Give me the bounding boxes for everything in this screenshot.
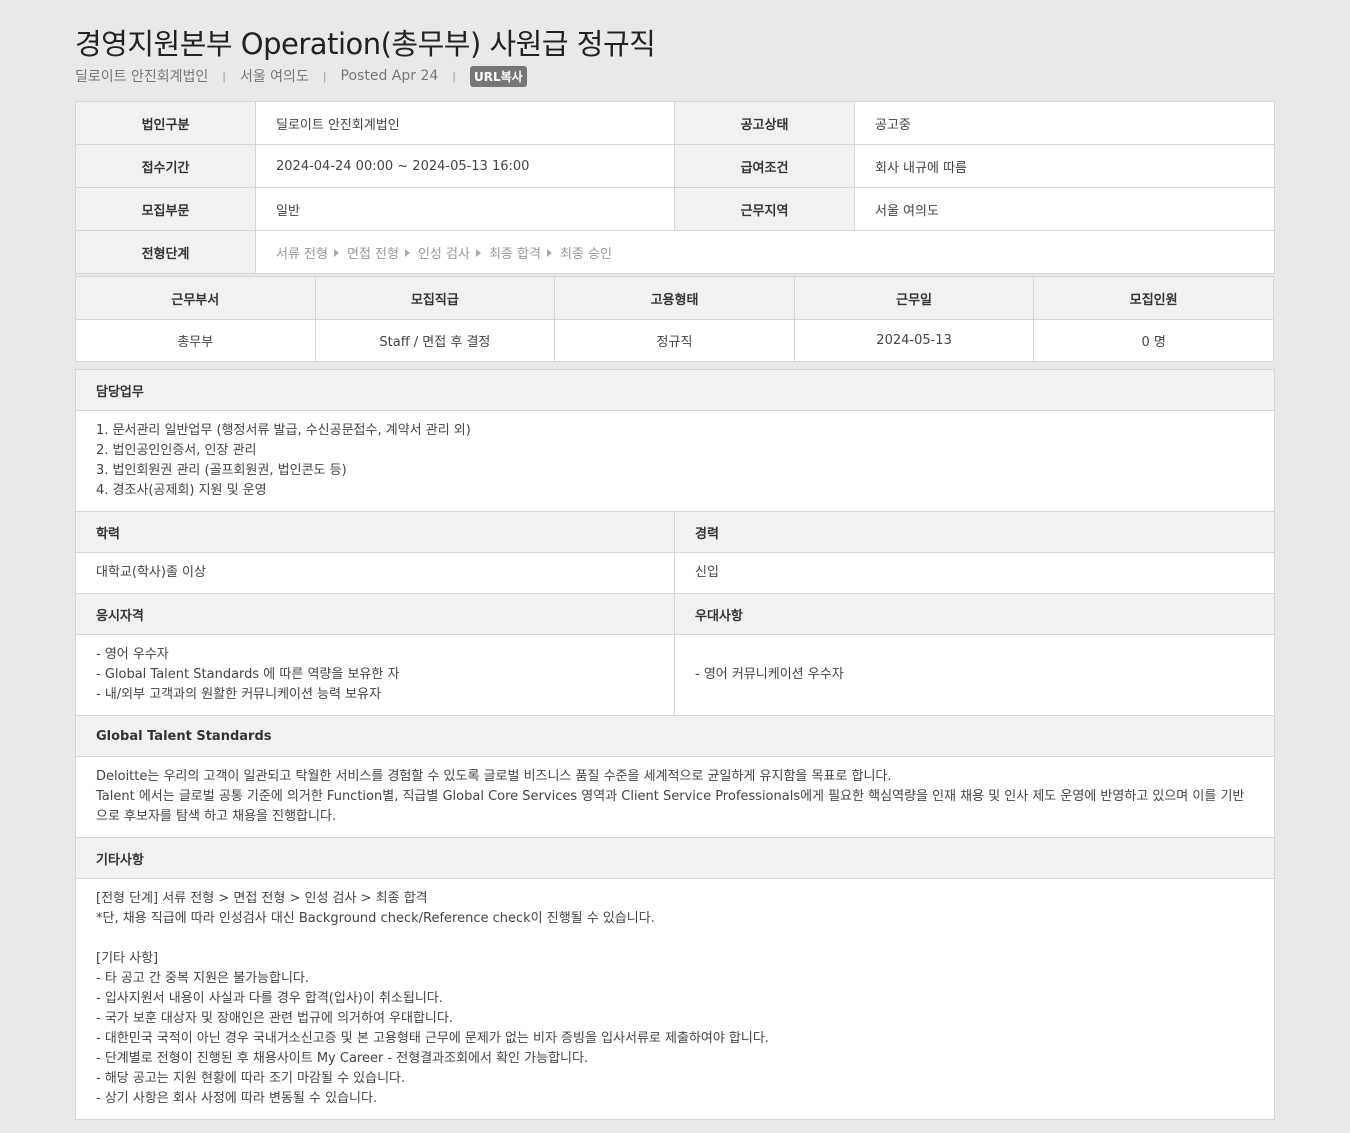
duty-item: 4. 경조사(공제회) 지원 및 운영 [96,483,267,498]
misc-line: - 대한민국 국적이 아닌 경우 국내거소신고증 및 본 고용형태 근무에 문제… [96,1031,769,1046]
headcount-cell: 0 명 [1033,319,1274,362]
step-final-pass: 최종 합격 [488,246,541,262]
step-final-approval: 최종 승인 [559,246,612,262]
location: 서울 여의도 [239,69,309,85]
positions-table: 근무부서 모집직급 고용형태 근무일 모집인원 총무부 Staff / 면접 후… [75,276,1274,362]
preference-title: 우대사항 [674,593,1275,635]
misc-line: [전형 단계] 서류 전형 > 면접 전형 > 인성 검사 > 최종 합격 [96,891,428,906]
region-value: 서울 여의도 [854,187,1275,231]
misc-line: *단, 채용 직급에 따라 인성검사 대신 Background check/R… [96,911,655,926]
table-row: 모집부문 일반 근무지역 서울 여의도 [75,187,1275,231]
misc-title: 기타사항 [75,837,1275,879]
table-row: 총무부 Staff / 면접 후 결정 정규직 2024-05-13 0 명 [75,319,1274,362]
qualification-title: 응시자격 [75,593,675,635]
preference-value: - 영어 커뮤니케이션 우수자 [674,634,1275,716]
misc-line: - 해당 공고는 지원 현황에 따라 조기 마감될 수 있습니다. [96,1071,406,1086]
division-value: 일반 [255,187,675,231]
selection-steps: 서류 전형 면접 전형 인성 검사 최종 합격 최종 승인 [255,230,1275,274]
posted-date: Posted Apr 24 [340,68,439,84]
education-value: 대학교(학사)졸 이상 [75,552,675,594]
steps-label: 전형단계 [75,230,256,274]
misc-body: [전형 단계] 서류 전형 > 면접 전형 > 인성 검사 > 최종 합격 *단… [75,878,1275,1120]
table-header-row: 근무부서 모집직급 고용형태 근무일 모집인원 [75,276,1274,320]
arrow-right-icon [546,248,552,257]
separator: | [452,69,456,83]
column-header: 근무일 [793,276,1035,320]
entity-value: 딜로이트 안진회계법인 [255,101,675,145]
column-header: 고용형태 [554,276,795,320]
period-label: 접수기간 [75,144,256,188]
misc-line: - 타 공고 간 중복 지원은 불가능합니다. [96,971,310,986]
gts-body: Deloitte는 우리의 고객이 일관되고 탁월한 서비스를 경험할 수 있도… [75,756,1275,838]
salary-label: 급여조건 [674,144,855,188]
job-posting: 경영지원본부 Operation(총무부) 사원급 정규직 딜로이트 안진회계법… [75,0,1274,87]
arrow-right-icon [404,248,410,257]
misc-line: - 상기 사항은 회사 사정에 따라 변동될 수 있습니다. [96,1091,378,1106]
company-name: 딜로이트 안진회계법인 [75,69,209,85]
details-table: 담당업무 1. 문서관리 일반업무 (행정서류 발급, 수신공문접수, 계약서 … [75,369,1275,1120]
table-row: 법인구분 딜로이트 안진회계법인 공고상태 공고중 [75,101,1275,145]
arrow-right-icon [333,248,339,257]
step-interview: 면접 전형 [346,246,399,262]
separator: | [222,69,226,83]
arrow-right-icon [475,248,481,257]
qualification-item: - 내/외부 고객과의 원활한 커뮤니케이션 능력 보유자 [96,687,382,702]
step-document: 서류 전형 [276,246,328,262]
employment-type-cell: 정규직 [554,319,795,362]
education-title: 학력 [75,511,675,553]
table-row: 전형단계 서류 전형 면접 전형 인성 검사 최종 합격 최종 승인 [75,230,1275,274]
duties-body: 1. 문서관리 일반업무 (행정서류 발급, 수신공문접수, 계약서 관리 외)… [75,410,1275,512]
qualification-body: - 영어 우수자 - Global Talent Standards 에 따른 … [75,634,675,716]
entity-label: 법인구분 [75,101,256,145]
column-header: 모집직급 [314,276,556,320]
duty-item: 3. 법인회원권 관리 (골프회원권, 법인콘도 등) [96,463,347,478]
column-header: 근무부서 [75,276,316,320]
start-date-cell: 2024-05-13 [793,319,1035,362]
status-value: 공고중 [854,101,1275,145]
region-label: 근무지역 [674,187,855,231]
misc-line: - 단계별로 전형이 진행된 후 채용사이트 My Career - 전형결과조… [96,1051,589,1066]
posting-meta: 딜로이트 안진회계법인 | 서울 여의도 | Posted Apr 24 | U… [75,65,1274,87]
step-personality-test: 인성 검사 [417,246,470,262]
gts-paragraph: Deloitte는 우리의 고객이 일관되고 탁월한 서비스를 경험할 수 있도… [96,769,892,784]
summary-table: 법인구분 딜로이트 안진회계법인 공고상태 공고중 접수기간 2024-04-2… [75,101,1275,274]
page-title: 경영지원본부 Operation(총무부) 사원급 정규직 [75,27,656,61]
salary-value: 회사 내규에 따름 [854,144,1275,188]
department-cell: 총무부 [75,319,316,362]
gts-paragraph: Talent 에서는 글로벌 공통 기준에 의거한 Function별, 직급별… [96,789,1245,824]
status-label: 공고상태 [674,101,855,145]
gts-title: Global Talent Standards [75,715,1275,757]
qualification-item: - 영어 우수자 [96,647,169,662]
duties-title: 담당업무 [75,369,1275,411]
experience-value: 신입 [674,552,1275,594]
experience-title: 경력 [674,511,1275,553]
separator: | [322,69,327,83]
duty-item: 1. 문서관리 일반업무 (행정서류 발급, 수신공문접수, 계약서 관리 외) [96,423,471,438]
column-header: 모집인원 [1033,276,1274,320]
misc-line: - 입사지원서 내용이 사실과 다를 경우 합격(입사)이 취소됩니다. [96,991,443,1006]
period-value: 2024-04-24 00:00 ~ 2024-05-13 16:00 [255,144,675,188]
qualification-item: - Global Talent Standards 에 따른 역량을 보유한 자 [96,667,400,682]
table-row: 접수기간 2024-04-24 00:00 ~ 2024-05-13 16:00… [75,144,1275,188]
copy-url-button[interactable]: URL복사 [470,65,527,87]
duty-item: 2. 법인공인인증서, 인장 관리 [96,443,257,458]
rank-cell: Staff / 면접 후 결정 [314,319,556,362]
misc-line: - 국가 보훈 대상자 및 장애인은 관련 법규에 의거하여 우대합니다. [96,1011,453,1026]
misc-line: [기타 사항] [96,951,159,966]
division-label: 모집부문 [75,187,256,231]
